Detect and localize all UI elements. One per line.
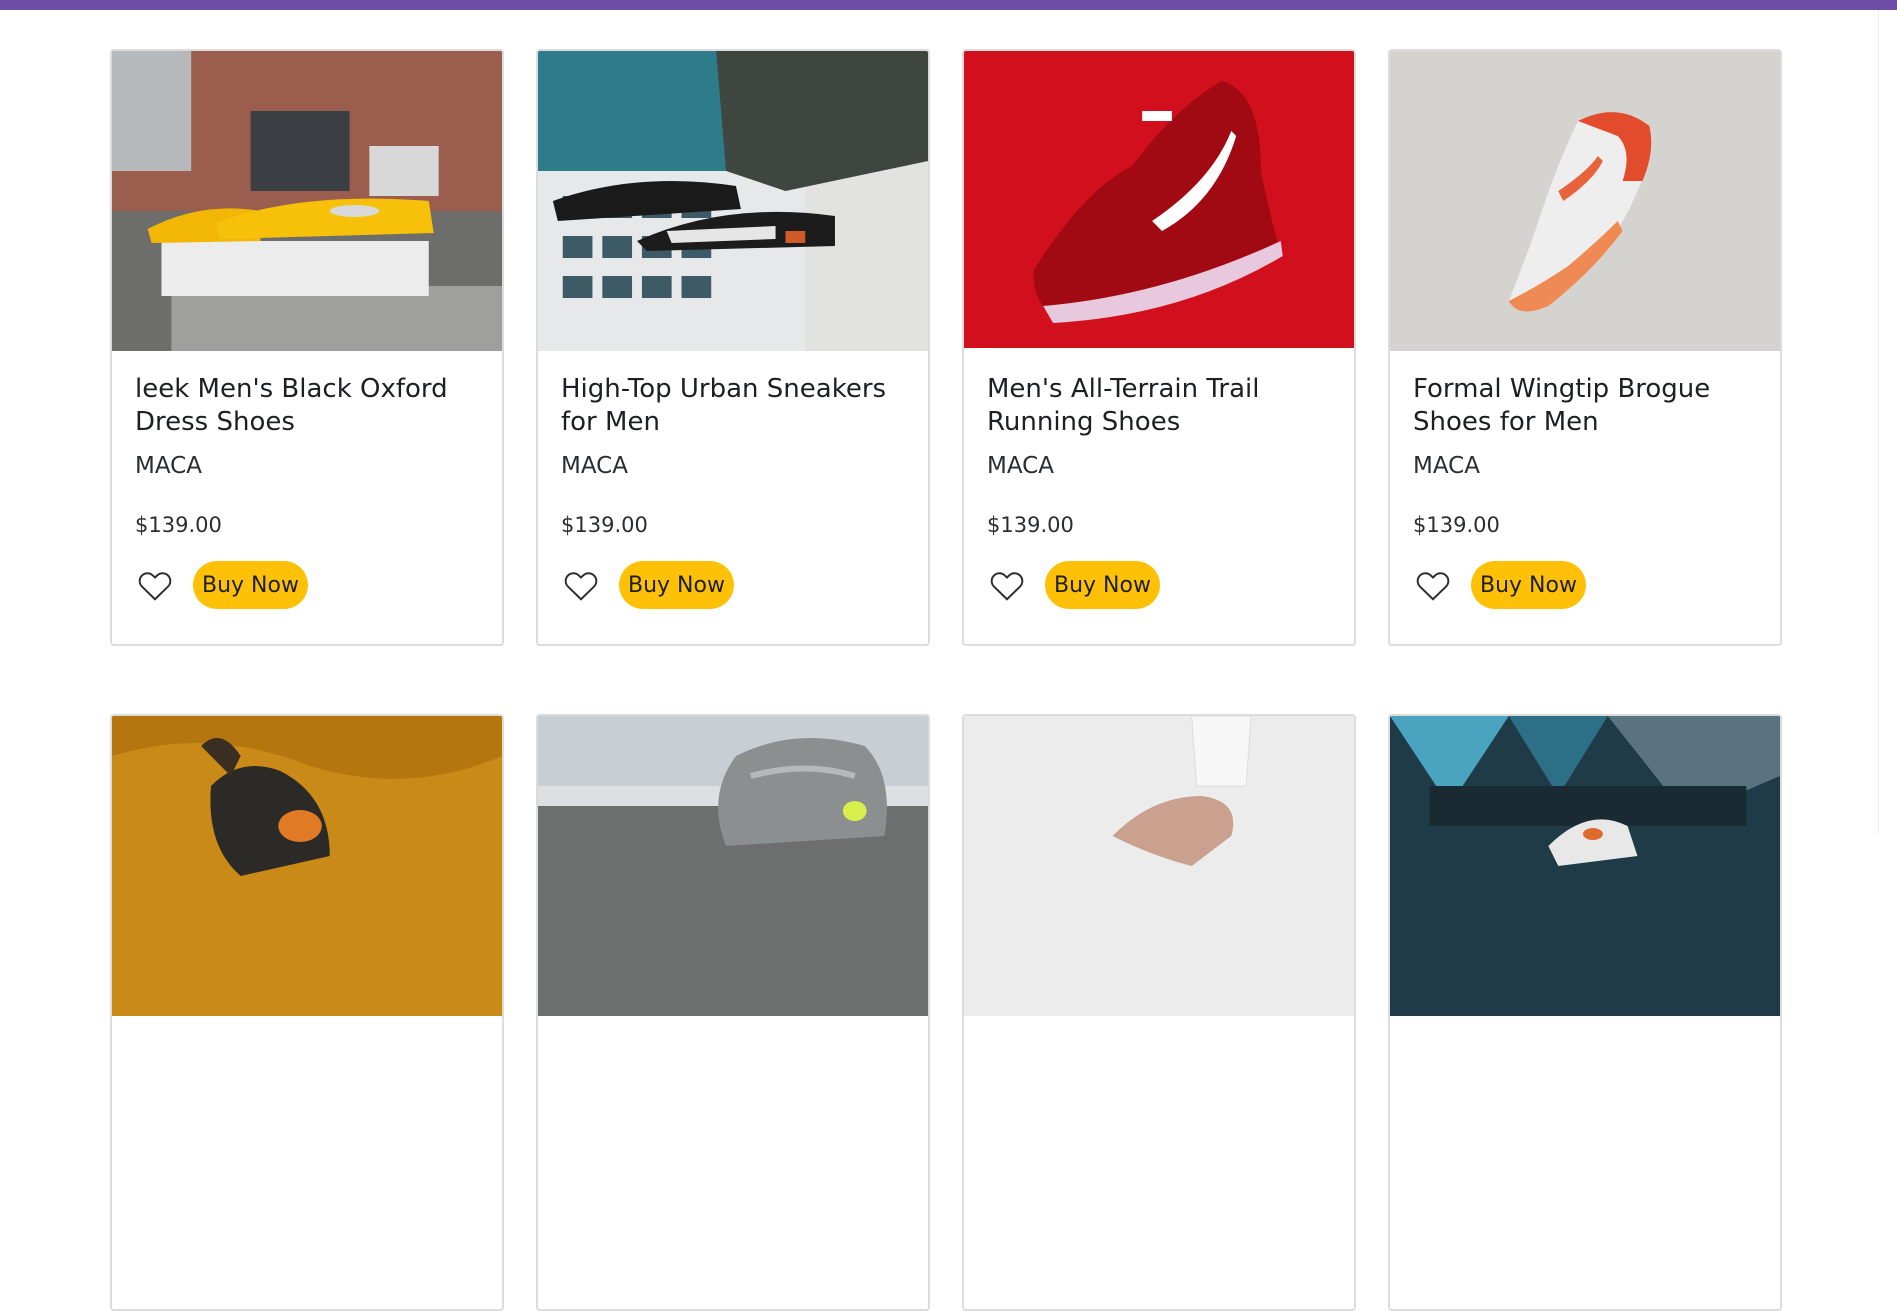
product-card: leek Men's Black Oxford Dress Shoes MACA… bbox=[110, 49, 504, 646]
product-title[interactable]: Men's All-Terrain Trail Running Shoes bbox=[987, 373, 1331, 439]
product-card bbox=[110, 714, 504, 1311]
product-image[interactable] bbox=[964, 716, 1354, 1016]
product-title[interactable] bbox=[561, 1038, 905, 1104]
product-image[interactable] bbox=[112, 51, 502, 351]
buy-now-button[interactable]: Buy Now bbox=[193, 561, 308, 609]
buy-now-button[interactable]: Buy Now bbox=[1471, 561, 1586, 609]
product-price: $139.00 bbox=[987, 513, 1074, 537]
product-image[interactable] bbox=[964, 51, 1354, 351]
product-card bbox=[536, 714, 930, 1311]
heart-icon[interactable] bbox=[1413, 565, 1453, 605]
top-accent-bar bbox=[0, 0, 1897, 10]
product-card bbox=[1388, 714, 1782, 1311]
product-image[interactable] bbox=[1390, 51, 1780, 351]
product-brand: MACA bbox=[1413, 453, 1480, 479]
product-card: Formal Wingtip Brogue Shoes for Men MACA… bbox=[1388, 49, 1782, 646]
product-card bbox=[962, 714, 1356, 1311]
product-image[interactable] bbox=[538, 716, 928, 1016]
product-image[interactable] bbox=[538, 51, 928, 351]
heart-icon[interactable] bbox=[987, 565, 1027, 605]
buy-now-button[interactable]: Buy Now bbox=[619, 561, 734, 609]
product-title[interactable] bbox=[1413, 1038, 1757, 1104]
product-price: $139.00 bbox=[561, 513, 648, 537]
product-title[interactable]: leek Men's Black Oxford Dress Shoes bbox=[135, 373, 479, 439]
product-brand: MACA bbox=[987, 453, 1054, 479]
heart-icon[interactable] bbox=[135, 565, 175, 605]
heart-icon[interactable] bbox=[561, 565, 601, 605]
product-card: High-Top Urban Sneakers for Men MACA $13… bbox=[536, 49, 930, 646]
product-price: $139.00 bbox=[135, 513, 222, 537]
product-card: Men's All-Terrain Trail Running Shoes MA… bbox=[962, 49, 1356, 646]
product-image[interactable] bbox=[1390, 716, 1780, 1016]
product-price: $139.00 bbox=[1413, 513, 1500, 537]
product-title[interactable]: Formal Wingtip Brogue Shoes for Men bbox=[1413, 373, 1757, 439]
page-scrollbar[interactable] bbox=[1878, 10, 1897, 834]
buy-now-button[interactable]: Buy Now bbox=[1045, 561, 1160, 609]
product-brand: MACA bbox=[561, 453, 628, 479]
product-brand: MACA bbox=[135, 453, 202, 479]
product-image[interactable] bbox=[112, 716, 502, 1016]
product-title[interactable] bbox=[135, 1038, 479, 1104]
product-title[interactable] bbox=[987, 1038, 1331, 1104]
product-title[interactable]: High-Top Urban Sneakers for Men bbox=[561, 373, 905, 439]
